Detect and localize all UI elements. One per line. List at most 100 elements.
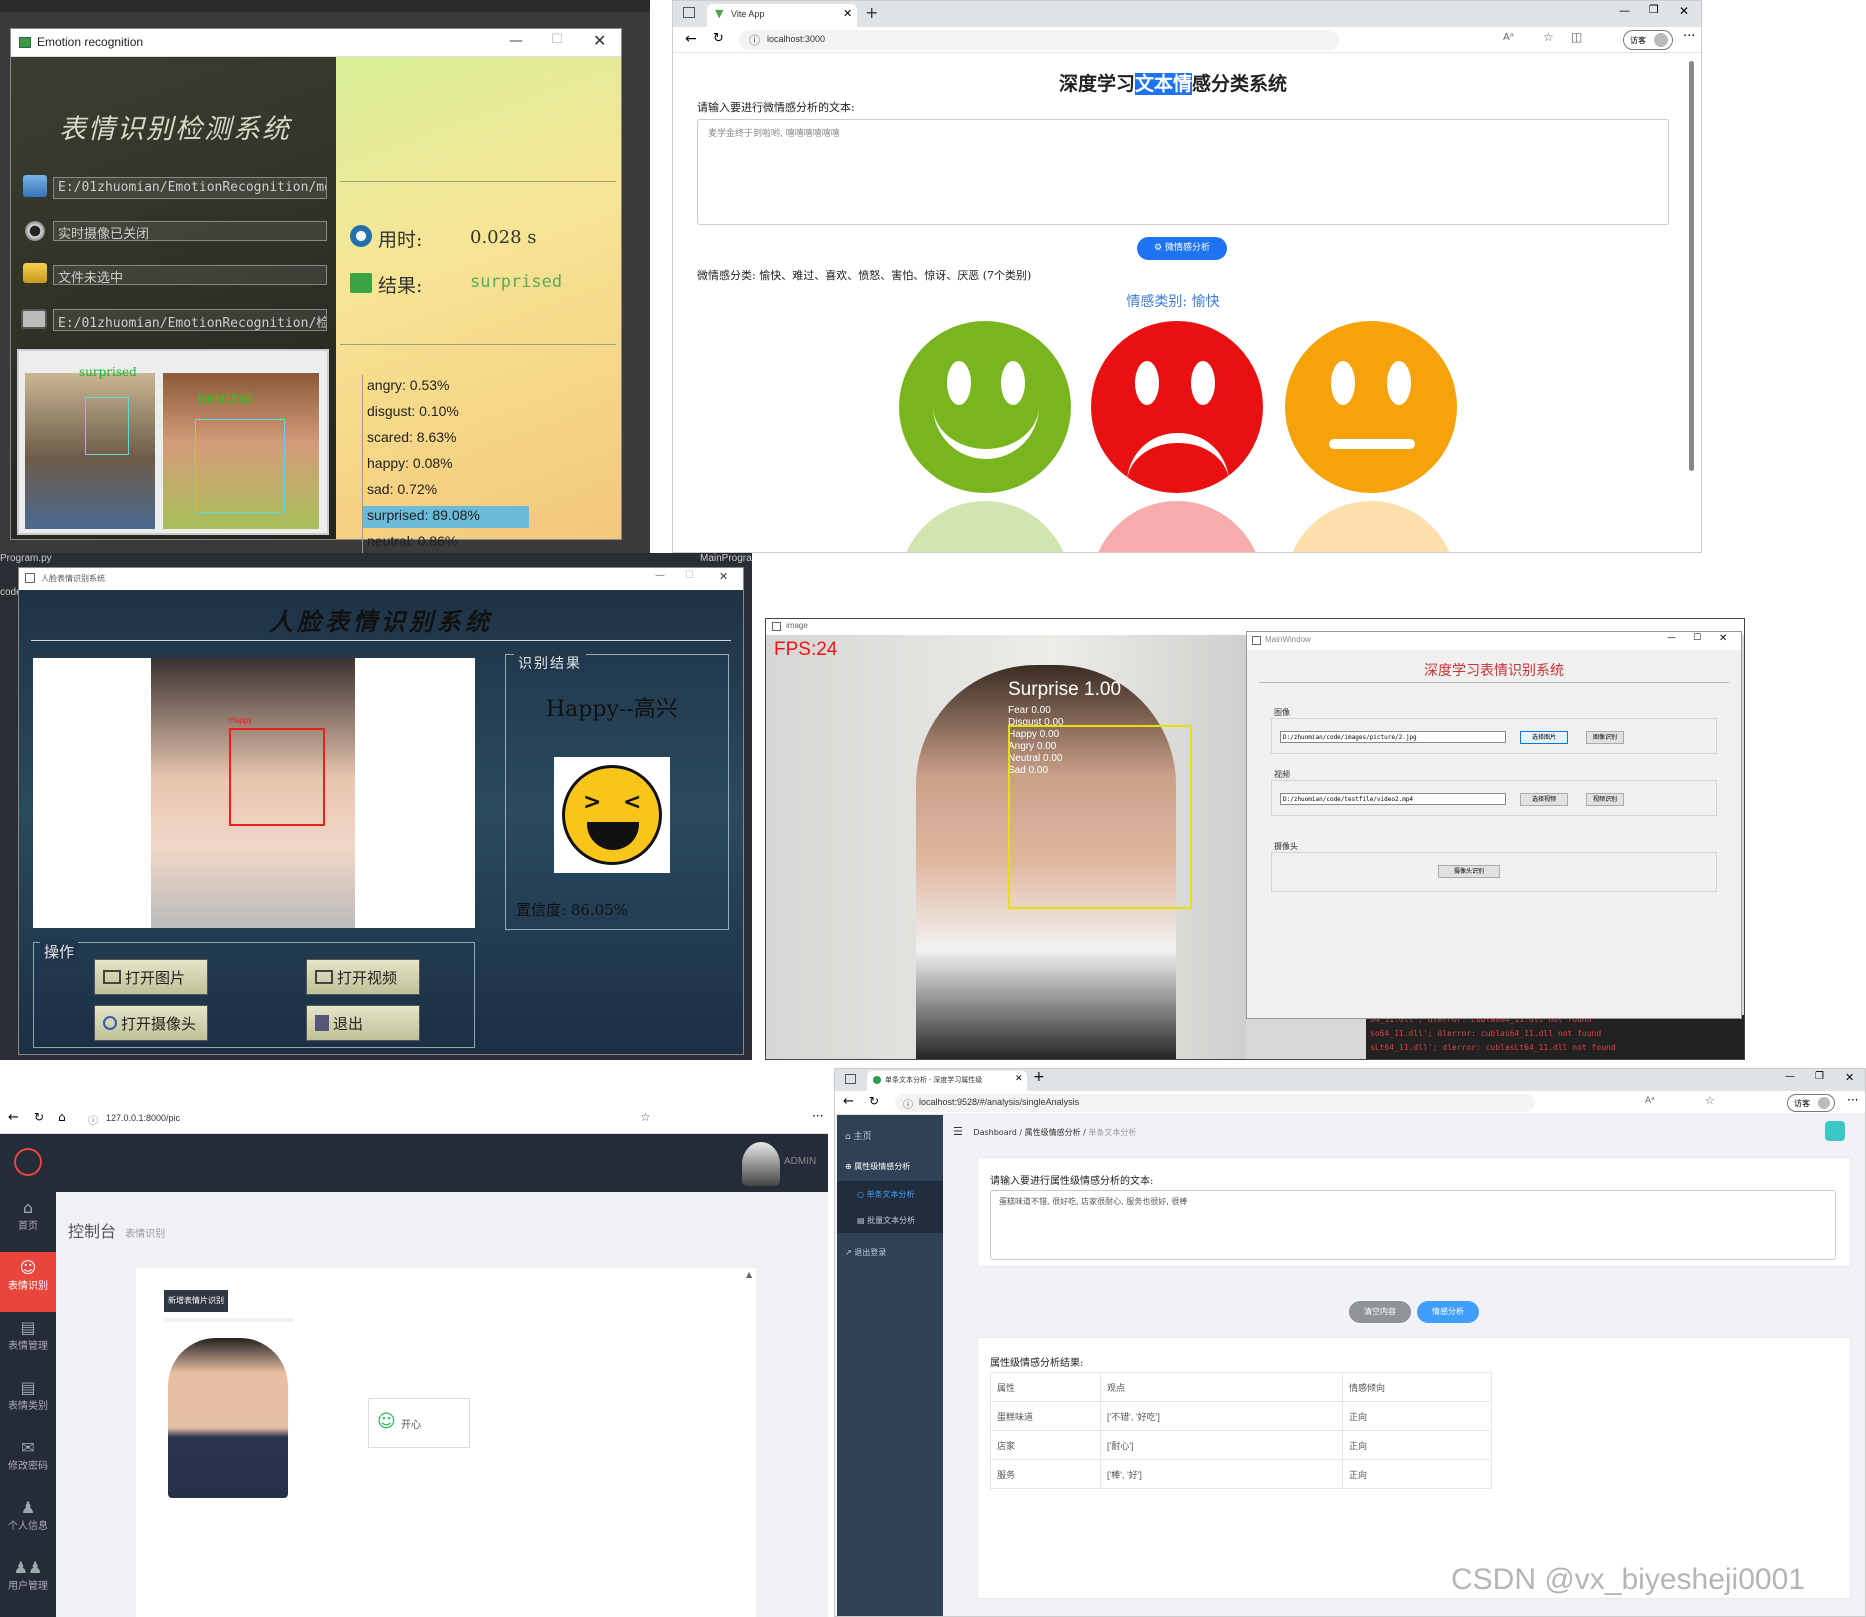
minimize-icon[interactable]: — [1619,4,1630,17]
refresh-icon[interactable]: ↻ [869,1094,879,1108]
prob-item: scared: 8.63% [367,429,457,445]
smile-icon: ☺ [377,1411,396,1432]
header-bar: ADMIN [0,1134,828,1192]
maximize-icon[interactable]: ❐ [1815,1071,1824,1082]
scrollbar[interactable] [1689,61,1694,471]
smiling-man-photo [168,1338,288,1498]
user-avatar[interactable] [1825,1121,1845,1141]
close-icon[interactable]: ✕ [1719,633,1727,644]
clear-button[interactable]: 清空内容 [1349,1301,1411,1323]
refresh-icon[interactable]: ↻ [713,31,724,46]
tab-close-icon[interactable]: ✕ [843,7,852,20]
back-icon[interactable]: ← [8,1110,19,1125]
select-image-button[interactable]: 选择图片 [1520,731,1568,744]
back-icon[interactable]: ← [685,31,697,47]
model-path-field[interactable]: E:/01zhuomian/EmotionRecognition/moc [53,177,327,199]
maximize-icon[interactable]: ☐ [1693,633,1701,643]
browser-tab[interactable]: 单条文本分析 - 深度学习属性级 ✕ [867,1071,1027,1091]
url-field[interactable]: ⓘ localhost:9528/#/analysis/singleAnalys… [895,1094,1535,1112]
minimize-icon[interactable]: — [655,570,665,581]
sidebar-item-logout[interactable]: ↗ 退出登录 [837,1239,943,1265]
image-recog-button[interactable]: 图像识别 [1586,731,1624,744]
close-icon[interactable]: ✕ [593,31,606,50]
open-camera-button[interactable]: 打开摄像头 [94,1005,208,1041]
minimize-icon[interactable]: — [1667,633,1676,643]
photo-icon[interactable] [21,309,47,329]
avatar-icon [1818,1097,1830,1109]
home-icon[interactable]: ⌂ [58,1110,66,1124]
read-aloud-icon[interactable]: Aᵃ [1503,32,1514,43]
open-camera-label: 打开摄像头 [121,1014,197,1033]
new-tab-icon[interactable]: + [1033,1069,1045,1085]
select-video-button[interactable]: 选择视频 [1520,793,1568,806]
open-image-button[interactable]: 打开图片 [94,959,208,995]
maximize-icon[interactable]: ☐ [551,32,563,47]
favorites-icon[interactable]: ☆ [1543,30,1554,44]
breadcrumb-item[interactable]: 属性级情感分析 [1025,1128,1081,1137]
avatar[interactable] [742,1142,780,1186]
browser-tab[interactable]: ▼ Vite App ✕ [707,4,857,27]
tab-actions-icon[interactable] [845,1074,856,1084]
close-icon[interactable]: ✕ [719,570,728,583]
image-path-field[interactable]: E:/01zhuomian/EmotionRecognition/检 [53,309,327,331]
refresh-icon[interactable]: ↻ [34,1110,44,1124]
new-tab-icon[interactable]: + [865,3,878,22]
minimize-icon[interactable]: — [1785,1071,1795,1082]
favorites-icon[interactable]: ☆ [640,1110,651,1124]
sidebar-item-home[interactable]: ⌂ 首页 [0,1192,56,1252]
sidebar-item-single-analysis[interactable]: ○ 单条文本分析 [837,1181,943,1207]
profile-button[interactable]: 访客 [1787,1094,1835,1112]
result-card: 属性级情感分析结果: 属性 观点 情感倾向 蛋糕味道 ['不错', '好吃'] 正向 店… [977,1337,1851,1599]
add-recognition-button[interactable]: 新增表情片识别 [164,1290,228,1312]
sidebar-item-expression-manage[interactable]: ▤ 表情管理 [0,1312,56,1372]
analyze-button[interactable]: ⚙ 微情感分析 [1137,237,1227,260]
video-path-input[interactable]: D:/zhuomian/code/testfile/video2.mp4 [1280,793,1506,805]
collections-icon[interactable]: ◫ [1571,30,1582,44]
folder-icon[interactable] [23,175,47,197]
sidebar-item-user-manage[interactable]: ♟♟ 用户管理 [0,1552,56,1612]
sidebar-item-profile[interactable]: ♟ 个人信息 [0,1492,56,1552]
open-video-button[interactable]: 打开视频 [306,959,420,995]
more-icon[interactable]: ··· [1683,29,1695,44]
sidebar-item-expression-category[interactable]: ▤ 表情类别 [0,1372,56,1432]
favorites-icon[interactable]: ☆ [1705,1094,1715,1107]
more-icon[interactable]: ··· [1847,1093,1858,1107]
video-recog-button[interactable]: 视频识别 [1586,793,1624,806]
sidebar-item-aspect-analysis[interactable]: ⊕ 属性级情感分析 [837,1153,943,1179]
file-icon[interactable] [23,263,47,283]
sidebar-item-batch-analysis[interactable]: ▤ 批量文本分析 [837,1207,943,1233]
sidebar-item-change-password[interactable]: ✉ 修改密码 [0,1432,56,1492]
prob-item: happy: 0.08% [367,455,453,471]
tab-actions-icon[interactable] [683,7,695,18]
profile-button[interactable]: 访客 [1623,30,1673,50]
image-group-label: 图像 [1274,708,1290,717]
camera-icon[interactable] [25,221,45,241]
exit-button[interactable]: 退出 [306,1005,420,1041]
sidebar-item-home[interactable]: ⌂ 主页 [837,1121,943,1147]
camera-recog-button[interactable]: 摄像头识别 [1438,865,1500,878]
sidebar-item-expression-recognition[interactable]: ☺ 表情识别 [0,1252,56,1312]
read-aloud-icon[interactable]: Aᵃ [1645,1096,1655,1106]
url-text: 127.0.0.1:8000/pic [106,1113,181,1123]
maximize-icon[interactable]: ❐ [1649,3,1659,16]
close-icon[interactable]: ✕ [1845,1071,1854,1084]
url-field[interactable]: ⓘ localhost:3000 [739,30,1339,50]
back-icon[interactable]: ← [843,1094,854,1109]
table-cell: 店家 [990,1430,1101,1460]
list-icon: ▤ [20,1318,36,1337]
maximize-icon[interactable]: ☐ [685,570,694,581]
scroll-up-icon[interactable]: ▲ [746,1270,752,1279]
text-input[interactable]: 麦学金终于到啦哟, 嘻嘻嘻嘻嘻嘻 [697,119,1669,225]
more-icon[interactable]: ··· [812,1109,823,1123]
analyze-button-label: 情感分析 [1432,1307,1464,1316]
image-path-input[interactable]: D:/zhuomian/code/images/picture/2.jpg [1280,731,1506,743]
admin-label[interactable]: ADMIN [784,1156,816,1167]
analyze-button[interactable]: 情感分析 [1417,1301,1479,1323]
tab-close-icon[interactable]: ✕ [1015,1074,1023,1084]
breadcrumb-item[interactable]: Dashboard [973,1128,1016,1137]
close-icon[interactable]: ✕ [1679,4,1689,18]
minimize-icon[interactable]: — [509,33,523,49]
text-input[interactable]: 蛋糕味道不错, 很好吃, 店家很耐心, 服务也很好, 很棒 [990,1190,1836,1260]
face-box [1008,725,1192,909]
menu-icon[interactable]: ☰ [953,1125,963,1138]
